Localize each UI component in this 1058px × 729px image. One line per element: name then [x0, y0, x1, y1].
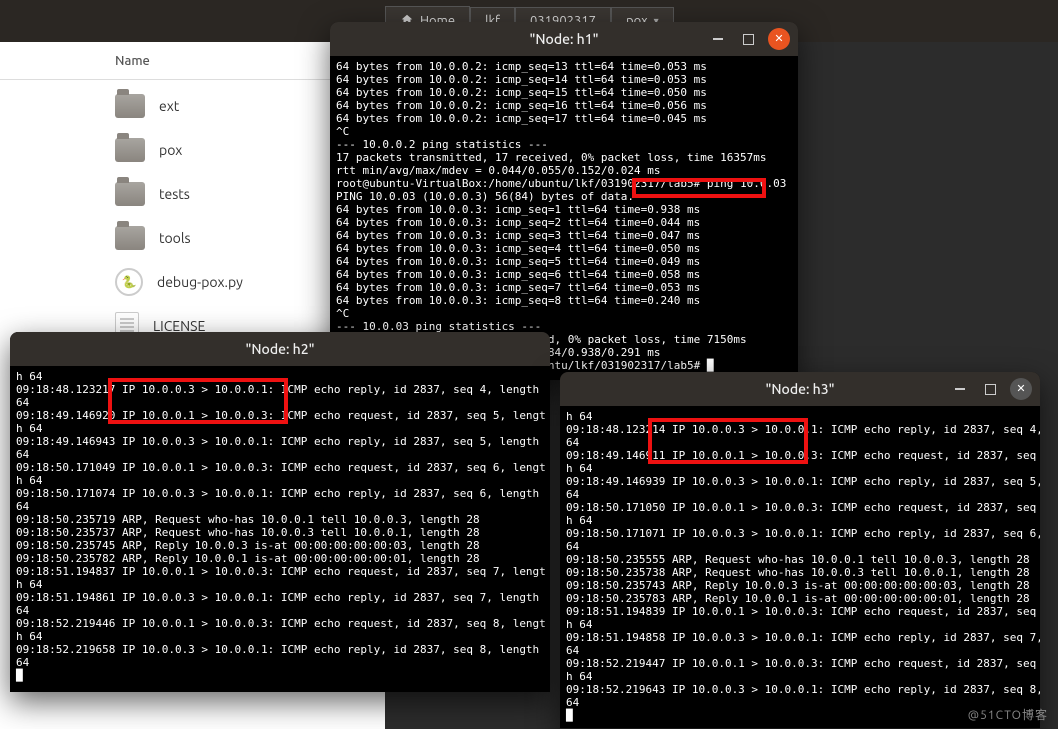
- file-name: pox: [159, 142, 182, 158]
- terminal-output-h3[interactable]: h 64 09:18:48.123214 IP 10.0.0.3 > 10.0.…: [560, 406, 1040, 728]
- terminal-window-h2[interactable]: "Node: h2" h 64 09:18:48.123217 IP 10.0.…: [10, 332, 550, 692]
- folder-icon: [115, 94, 145, 118]
- terminal-window-h3[interactable]: "Node: h3" h 64 09:18:48.123214 IP 10.0.…: [560, 372, 1040, 728]
- close-button[interactable]: [1010, 378, 1032, 400]
- title-text: "Node: h3": [765, 381, 834, 397]
- folder-icon: [115, 138, 145, 162]
- close-button[interactable]: [768, 28, 790, 50]
- python-icon: 🐍: [115, 268, 143, 296]
- titlebar-h3[interactable]: "Node: h3": [560, 372, 1040, 406]
- title-text: "Node: h2": [245, 341, 314, 357]
- minimize-button[interactable]: [950, 379, 970, 399]
- minimize-button[interactable]: [708, 29, 728, 49]
- file-name: tests: [159, 186, 190, 202]
- folder-icon: [115, 182, 145, 206]
- terminal-window-h1[interactable]: "Node: h1" 64 bytes from 10.0.0.2: icmp_…: [330, 22, 798, 380]
- file-name: debug-pox.py: [157, 274, 243, 290]
- watermark: @51CTO博客: [968, 706, 1048, 723]
- file-row-ext[interactable]: ext: [0, 84, 385, 128]
- file-list: ext pox tests tools 🐍 debug-pox.py LICEN…: [0, 80, 385, 348]
- maximize-button[interactable]: [738, 29, 758, 49]
- maximize-button[interactable]: [980, 379, 1000, 399]
- title-text: "Node: h1": [529, 31, 598, 47]
- titlebar-h2[interactable]: "Node: h2": [10, 332, 550, 366]
- file-row-tools[interactable]: tools: [0, 216, 385, 260]
- file-name: tools: [159, 230, 191, 246]
- file-row-pox[interactable]: pox: [0, 128, 385, 172]
- file-row-debugpox[interactable]: 🐍 debug-pox.py: [0, 260, 385, 304]
- sidebar-fragment: ts ds: [0, 192, 15, 252]
- column-header-name[interactable]: Name: [0, 42, 385, 80]
- file-name: ext: [159, 98, 179, 114]
- file-row-tests[interactable]: tests: [0, 172, 385, 216]
- folder-icon: [115, 226, 145, 250]
- terminal-output-h2[interactable]: h 64 09:18:48.123217 IP 10.0.0.3 > 10.0.…: [10, 366, 550, 692]
- titlebar-h1[interactable]: "Node: h1": [330, 22, 798, 56]
